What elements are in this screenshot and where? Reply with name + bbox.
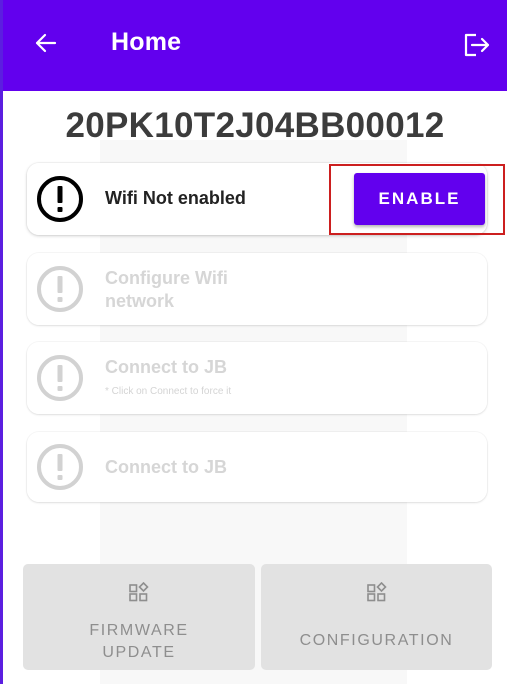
enable-wifi-button[interactable]: ENABLE (354, 173, 485, 225)
firmware-update-label: FIRMWARE UPDATE (89, 622, 189, 661)
alert-circle-icon (37, 266, 83, 312)
alert-circle-icon (37, 355, 83, 401)
widgets-icon (366, 582, 387, 602)
connect-jb-hint: * Click on Connect to force it (105, 386, 232, 397)
left-edge-strip (0, 0, 3, 684)
configure-wifi-label: Configure Wifi network (105, 268, 228, 311)
logout-icon (464, 33, 490, 57)
wifi-status-label: Wifi Not enabled (105, 188, 246, 208)
app-bar: Home (3, 0, 507, 91)
connect-jb-card-2[interactable]: Connect to JB (27, 432, 487, 502)
arrow-left-icon (35, 33, 57, 53)
configure-wifi-card: Configure Wifi network (27, 253, 487, 325)
logout-button[interactable] (460, 28, 494, 62)
configuration-button[interactable]: CONFIGURATION (261, 564, 492, 670)
alert-circle-icon (37, 176, 83, 222)
page-title: Home (111, 28, 182, 56)
firmware-update-button[interactable]: FIRMWARE UPDATE (23, 564, 255, 670)
widgets-icon (129, 582, 149, 602)
configuration-label: CONFIGURATION (299, 632, 454, 649)
connect-jb-label-2: Connect to JB (105, 457, 228, 477)
connect-jb-card[interactable]: Connect to JB * Click on Connect to forc… (27, 342, 487, 414)
device-id: 20PK10T2J04BB00012 (65, 106, 445, 145)
back-button[interactable] (33, 26, 63, 60)
connect-jb-label: Connect to JB (105, 357, 228, 377)
alert-circle-icon (37, 444, 83, 490)
